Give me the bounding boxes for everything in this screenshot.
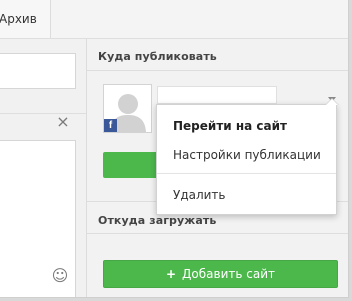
tab-archive[interactable]: Архив (0, 0, 51, 38)
account-name-field (157, 86, 277, 104)
upload-section-title: Откуда загружать (98, 214, 217, 227)
composer-divider (0, 113, 86, 114)
add-site-button[interactable]: + Добавить сайт (103, 260, 338, 288)
account-menu: Перейти на сайт Настройки публикации Уда… (156, 98, 339, 215)
menu-item-open-site[interactable]: Перейти на сайт (173, 119, 287, 133)
tab-archive-label: Архив (0, 12, 37, 26)
add-site-label: Добавить сайт (182, 267, 276, 281)
plus-icon: + (165, 267, 177, 281)
menu-separator (157, 173, 336, 174)
emoji-icon[interactable]: ☺ (51, 267, 69, 285)
menu-item-publish-settings[interactable]: Настройки публикации (173, 148, 321, 162)
facebook-icon: f (104, 119, 117, 132)
close-icon[interactable]: × (56, 114, 70, 130)
publish-section-title: Куда публиковать (98, 50, 217, 63)
section-divider (87, 233, 348, 234)
section-divider (87, 70, 348, 71)
menu-item-delete[interactable]: Удалить (173, 188, 226, 202)
title-input[interactable] (0, 53, 76, 89)
app-window: Архив × ☺ Куда публиковать f Откуда загр… (0, 0, 349, 298)
menu-pointer-inner (326, 99, 338, 105)
account-avatar[interactable]: f (103, 84, 152, 133)
composer-panel: × ☺ (0, 39, 87, 297)
tab-bar: Архив (0, 0, 348, 39)
